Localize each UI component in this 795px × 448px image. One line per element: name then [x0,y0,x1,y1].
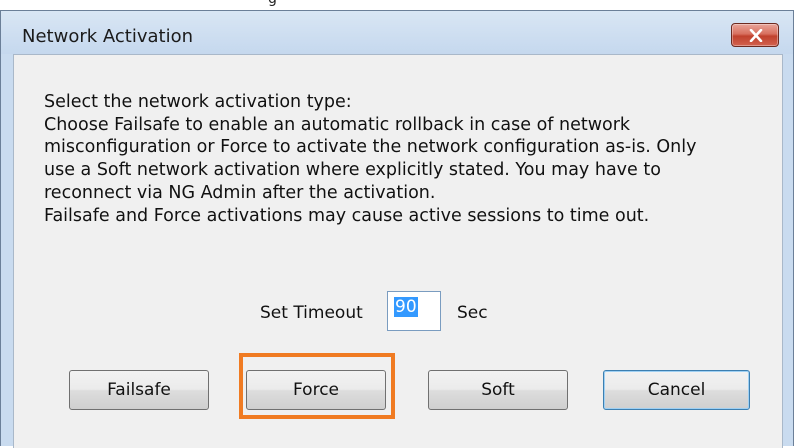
message-line: Select the network activation type: [44,92,352,112]
network-activation-dialog: Network Activation Select the network ac… [0,10,794,448]
timeout-label: Set Timeout [260,303,363,323]
close-x-icon [749,29,763,42]
background-window-strip: g [0,0,795,10]
close-button[interactable] [731,23,779,47]
timeout-input[interactable]: 90 [387,291,441,331]
dialog-client-area: Select the network activation type: Choo… [13,54,783,448]
failsafe-button[interactable]: Failsafe [69,370,209,410]
message-line: Failsafe and Force activations may cause… [44,205,650,226]
timeout-unit-label: Sec [457,303,488,323]
title-bar[interactable]: Network Activation [1,11,793,54]
force-button-highlight [239,353,395,419]
message-line: misconfiguration or Force to activate th… [44,137,697,158]
background-text-fragment: g [268,0,277,7]
timeout-value: 90 [394,297,418,317]
soft-button[interactable]: Soft [428,370,568,410]
message-line: Choose Failsafe to enable an automatic r… [44,114,631,135]
message-line: reconnect via NG Admin after the activat… [44,182,436,203]
cancel-button[interactable]: Cancel [603,370,750,410]
message-text: Select the network activation type: Choo… [44,91,696,227]
message-line: use a Soft network activation where expl… [44,160,661,181]
dialog-title: Network Activation [22,26,193,47]
